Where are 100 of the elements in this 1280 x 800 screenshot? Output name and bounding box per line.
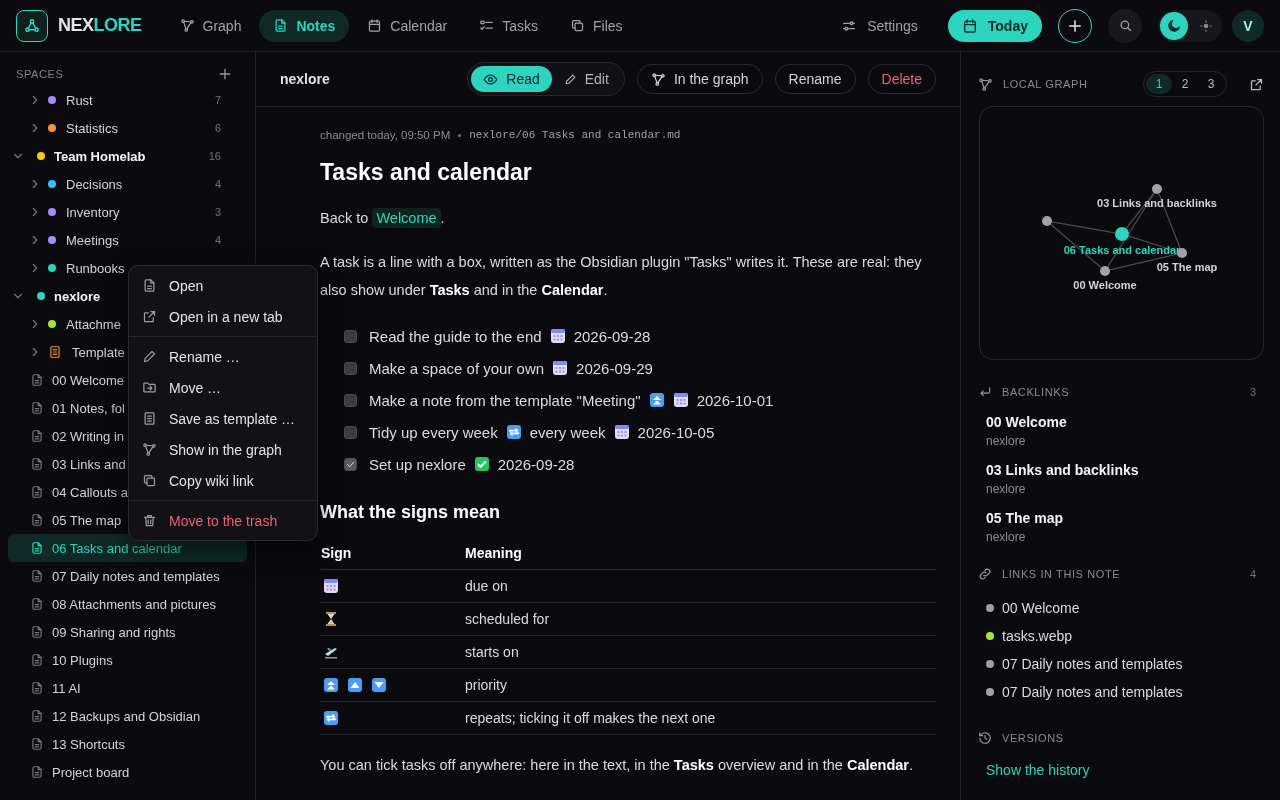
tree-item[interactable]: 13 Shortcuts	[8, 730, 247, 758]
mode-button[interactable]: Edit	[551, 66, 621, 92]
tree-item[interactable]: 08 Attachments and pictures	[8, 590, 247, 618]
tree-item[interactable]: Project board	[8, 758, 247, 786]
pencil-icon	[563, 72, 577, 86]
graph-node[interactable]	[1115, 227, 1129, 241]
outgoing-link[interactable]: 07 Daily notes and templates	[1002, 656, 1183, 672]
section-heading: SPACES	[16, 68, 64, 80]
tree-item[interactable]: Statistics 6	[8, 114, 247, 142]
menu-item[interactable]: Open in a new tab	[129, 301, 317, 332]
note-title: Tasks and calendar	[320, 159, 533, 186]
theme-toggle[interactable]	[1160, 11, 1188, 40]
tree-item[interactable]: 09 Sharing and rights	[8, 618, 247, 646]
calendar-icon	[552, 360, 569, 376]
menu-item[interactable]: Copy wiki link	[129, 465, 317, 496]
menu-item[interactable]: Rename …	[129, 341, 317, 372]
nav-tab[interactable]: Tasks	[465, 9, 552, 42]
nav-tab[interactable]: Notes	[259, 9, 350, 42]
document-icon	[30, 373, 44, 387]
mode-button[interactable]: Read	[471, 66, 552, 92]
checkbox[interactable]	[344, 457, 357, 471]
changed-date: changed today, 09:50 PM	[320, 129, 451, 141]
link-count: 4	[1249, 568, 1256, 580]
file-path: nexlore/06 Tasks and calendar.md	[469, 129, 681, 141]
menu-item[interactable]: Move …	[129, 372, 317, 403]
checkbox[interactable]	[344, 329, 357, 343]
document-icon	[30, 681, 44, 695]
checkbox[interactable]	[344, 393, 357, 407]
document-icon	[30, 737, 44, 751]
node-label: 03 Links and backlinks	[1097, 197, 1217, 209]
menu-item[interactable]: Save as template …	[129, 403, 317, 434]
tree-item[interactable]: 07 Daily notes and templates	[8, 562, 247, 590]
tree-item[interactable]: 12 Backups and Obsidian	[8, 702, 247, 730]
section-heading: What the signs mean	[320, 502, 502, 523]
nav-tab[interactable]: Files	[556, 9, 637, 42]
settings-button[interactable]: Settings	[841, 17, 918, 34]
open-graph-button[interactable]	[1249, 76, 1264, 92]
depth-tab[interactable]: 3	[1198, 74, 1224, 94]
outgoing-link[interactable]: 00 Welcome	[1002, 600, 1080, 616]
document-icon	[273, 18, 289, 33]
menu-item[interactable]: Show in the graph	[129, 434, 317, 465]
search-button[interactable]	[1108, 8, 1142, 43]
menu-item[interactable]: Move to the trash	[129, 505, 317, 536]
calendar-icon	[323, 577, 339, 594]
outgoing-link[interactable]: tasks.webp	[1002, 628, 1073, 644]
history-link[interactable]: Show the history	[986, 762, 1090, 778]
task-text: every week	[529, 423, 606, 441]
task-text: Read the guide to the end	[369, 327, 542, 345]
graph-icon	[142, 442, 157, 457]
task-text: Make a note from the template "Meeting"	[369, 391, 641, 409]
menu-item[interactable]: Open	[129, 270, 317, 301]
document-icon	[30, 625, 44, 639]
calendar-icon	[613, 424, 630, 440]
note-breadcrumb: nexlore	[280, 71, 330, 87]
tree-item[interactable]: Inventory 3	[8, 198, 247, 226]
task-text: Set up nexlore	[369, 455, 466, 473]
backlink-title[interactable]: 05 The map	[986, 510, 1256, 526]
triangle-nodes-icon	[23, 16, 41, 35]
item-count: 16	[208, 150, 221, 162]
list-icon	[479, 18, 495, 33]
backlink-count: 3	[1249, 386, 1256, 398]
document-icon	[30, 457, 44, 471]
checkbox[interactable]	[344, 425, 357, 439]
column-header: Meaning	[465, 544, 522, 561]
depth-tab[interactable]: 2	[1172, 74, 1198, 94]
today-button[interactable]: Today	[947, 9, 1042, 42]
moon-icon	[1166, 17, 1182, 34]
task-text: 2026-09-29	[576, 359, 653, 377]
depth-tab[interactable]: 1	[1146, 74, 1172, 94]
document-icon	[30, 485, 44, 499]
graph-icon	[650, 71, 666, 87]
table-cell: starts on	[465, 643, 519, 660]
tree-item[interactable]: 11 AI	[8, 674, 247, 702]
nav-tab[interactable]: Graph	[165, 9, 256, 42]
folder-arrow-icon	[142, 380, 157, 395]
task-text: Make a space of your own	[369, 359, 545, 377]
tree-item[interactable]: Team Homelab 16	[8, 142, 247, 170]
graph-node[interactable]	[1042, 216, 1052, 226]
tree-item[interactable]: 10 Plugins	[8, 646, 247, 674]
graph-node[interactable]	[1100, 266, 1110, 276]
nav-tab[interactable]: Calendar	[353, 9, 462, 42]
document-icon	[30, 541, 44, 555]
return-icon	[978, 385, 992, 399]
add-space-button[interactable]	[217, 66, 233, 82]
tree-item[interactable]: Rust 7	[8, 86, 247, 114]
outgoing-link[interactable]: 07 Daily notes and templates	[1002, 684, 1183, 700]
avatar[interactable]: V	[1232, 9, 1264, 42]
item-count: 6	[214, 122, 221, 134]
eye-icon	[483, 71, 499, 87]
checkbox[interactable]	[344, 361, 357, 375]
backlink-title[interactable]: 00 Welcome	[986, 414, 1256, 430]
section-heading: LOCAL GRAPH	[1003, 78, 1088, 90]
node-label: 00 Welcome	[1073, 279, 1137, 291]
document-icon	[30, 429, 44, 443]
tree-item[interactable]: Meetings 4	[8, 226, 247, 254]
section-heading: VERSIONS	[1002, 732, 1064, 744]
graph-node[interactable]	[1152, 184, 1162, 194]
backlink-title[interactable]: 03 Links and backlinks	[986, 462, 1256, 478]
wiki-link[interactable]: Welcome	[372, 208, 441, 228]
tree-item[interactable]: Decisions 4	[8, 170, 247, 198]
